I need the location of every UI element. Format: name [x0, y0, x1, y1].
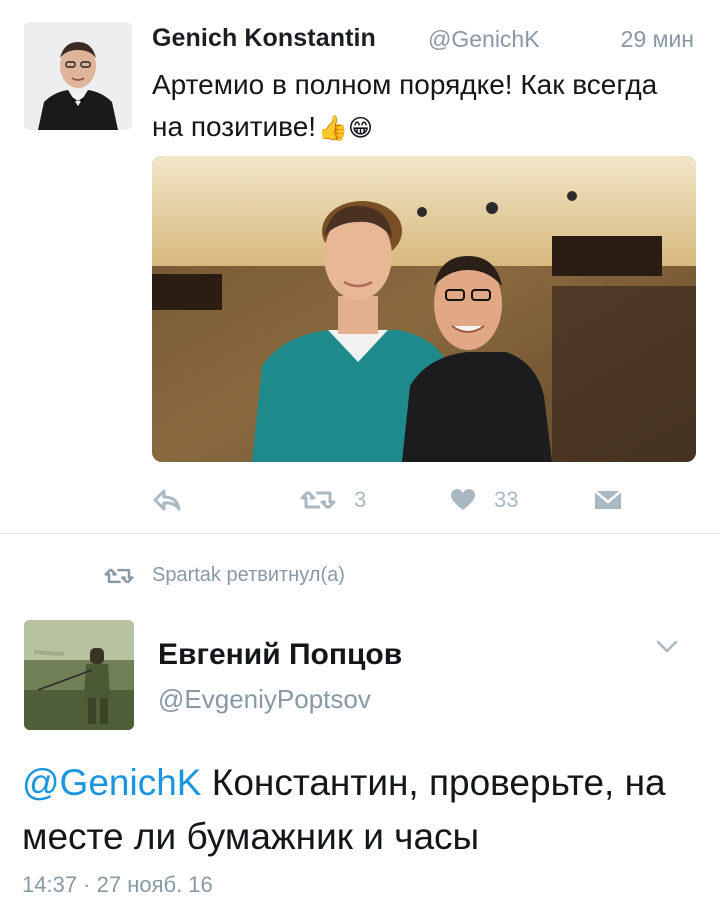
avatar-image	[24, 620, 134, 730]
reply-icon	[153, 489, 181, 511]
retweet-icon	[300, 490, 336, 510]
envelope-icon	[594, 490, 622, 509]
avatar[interactable]	[24, 22, 132, 130]
author-name[interactable]: Genich Konstantin	[152, 24, 376, 53]
author-name[interactable]: Евгений Попцов	[158, 638, 402, 672]
author-handle[interactable]: @GenichK	[428, 26, 540, 53]
tweet-photo[interactable]	[152, 156, 696, 462]
tweet-card[interactable]: Genich Konstantin @GenichK 29 мин Артеми…	[0, 0, 720, 532]
avatar-image	[24, 22, 132, 130]
retweet-count: 3	[354, 487, 367, 512]
avatar[interactable]	[24, 620, 134, 730]
retweet-icon	[104, 567, 134, 584]
retweet-context[interactable]: Spartak ретвитнул(а)	[104, 564, 345, 587]
like-button[interactable]: 33	[450, 484, 518, 516]
tweet-timestamp[interactable]: 14:37 · 27 нояб. 16	[22, 872, 213, 898]
reply-button[interactable]	[152, 484, 182, 516]
direct-message-button[interactable]	[594, 484, 622, 516]
tweet-menu-button[interactable]	[656, 640, 678, 659]
author-handle[interactable]: @EvgeniyPoptsov	[158, 684, 371, 715]
tweet-text: @GenichK Константин, проверьте, на месте…	[22, 756, 712, 864]
mention-link[interactable]: @GenichK	[22, 762, 201, 803]
tweet-text: Артемио в полном порядке! Как всегда на …	[152, 64, 692, 150]
photo-image	[152, 156, 696, 462]
tweet-actions: 3 33	[152, 484, 622, 516]
tweet-text-body: Артемио в полном порядке! Как всегда на …	[152, 69, 658, 142]
emoji: 👍😁	[318, 114, 373, 142]
tweet-time[interactable]: 29 мин	[621, 26, 694, 53]
retweet-context-label[interactable]: Spartak ретвитнул(а)	[152, 564, 345, 587]
chevron-down-icon	[656, 640, 678, 653]
divider	[0, 533, 720, 534]
heart-icon	[451, 489, 475, 510]
retweet-button[interactable]: 3	[300, 484, 366, 516]
like-count: 33	[494, 487, 519, 512]
